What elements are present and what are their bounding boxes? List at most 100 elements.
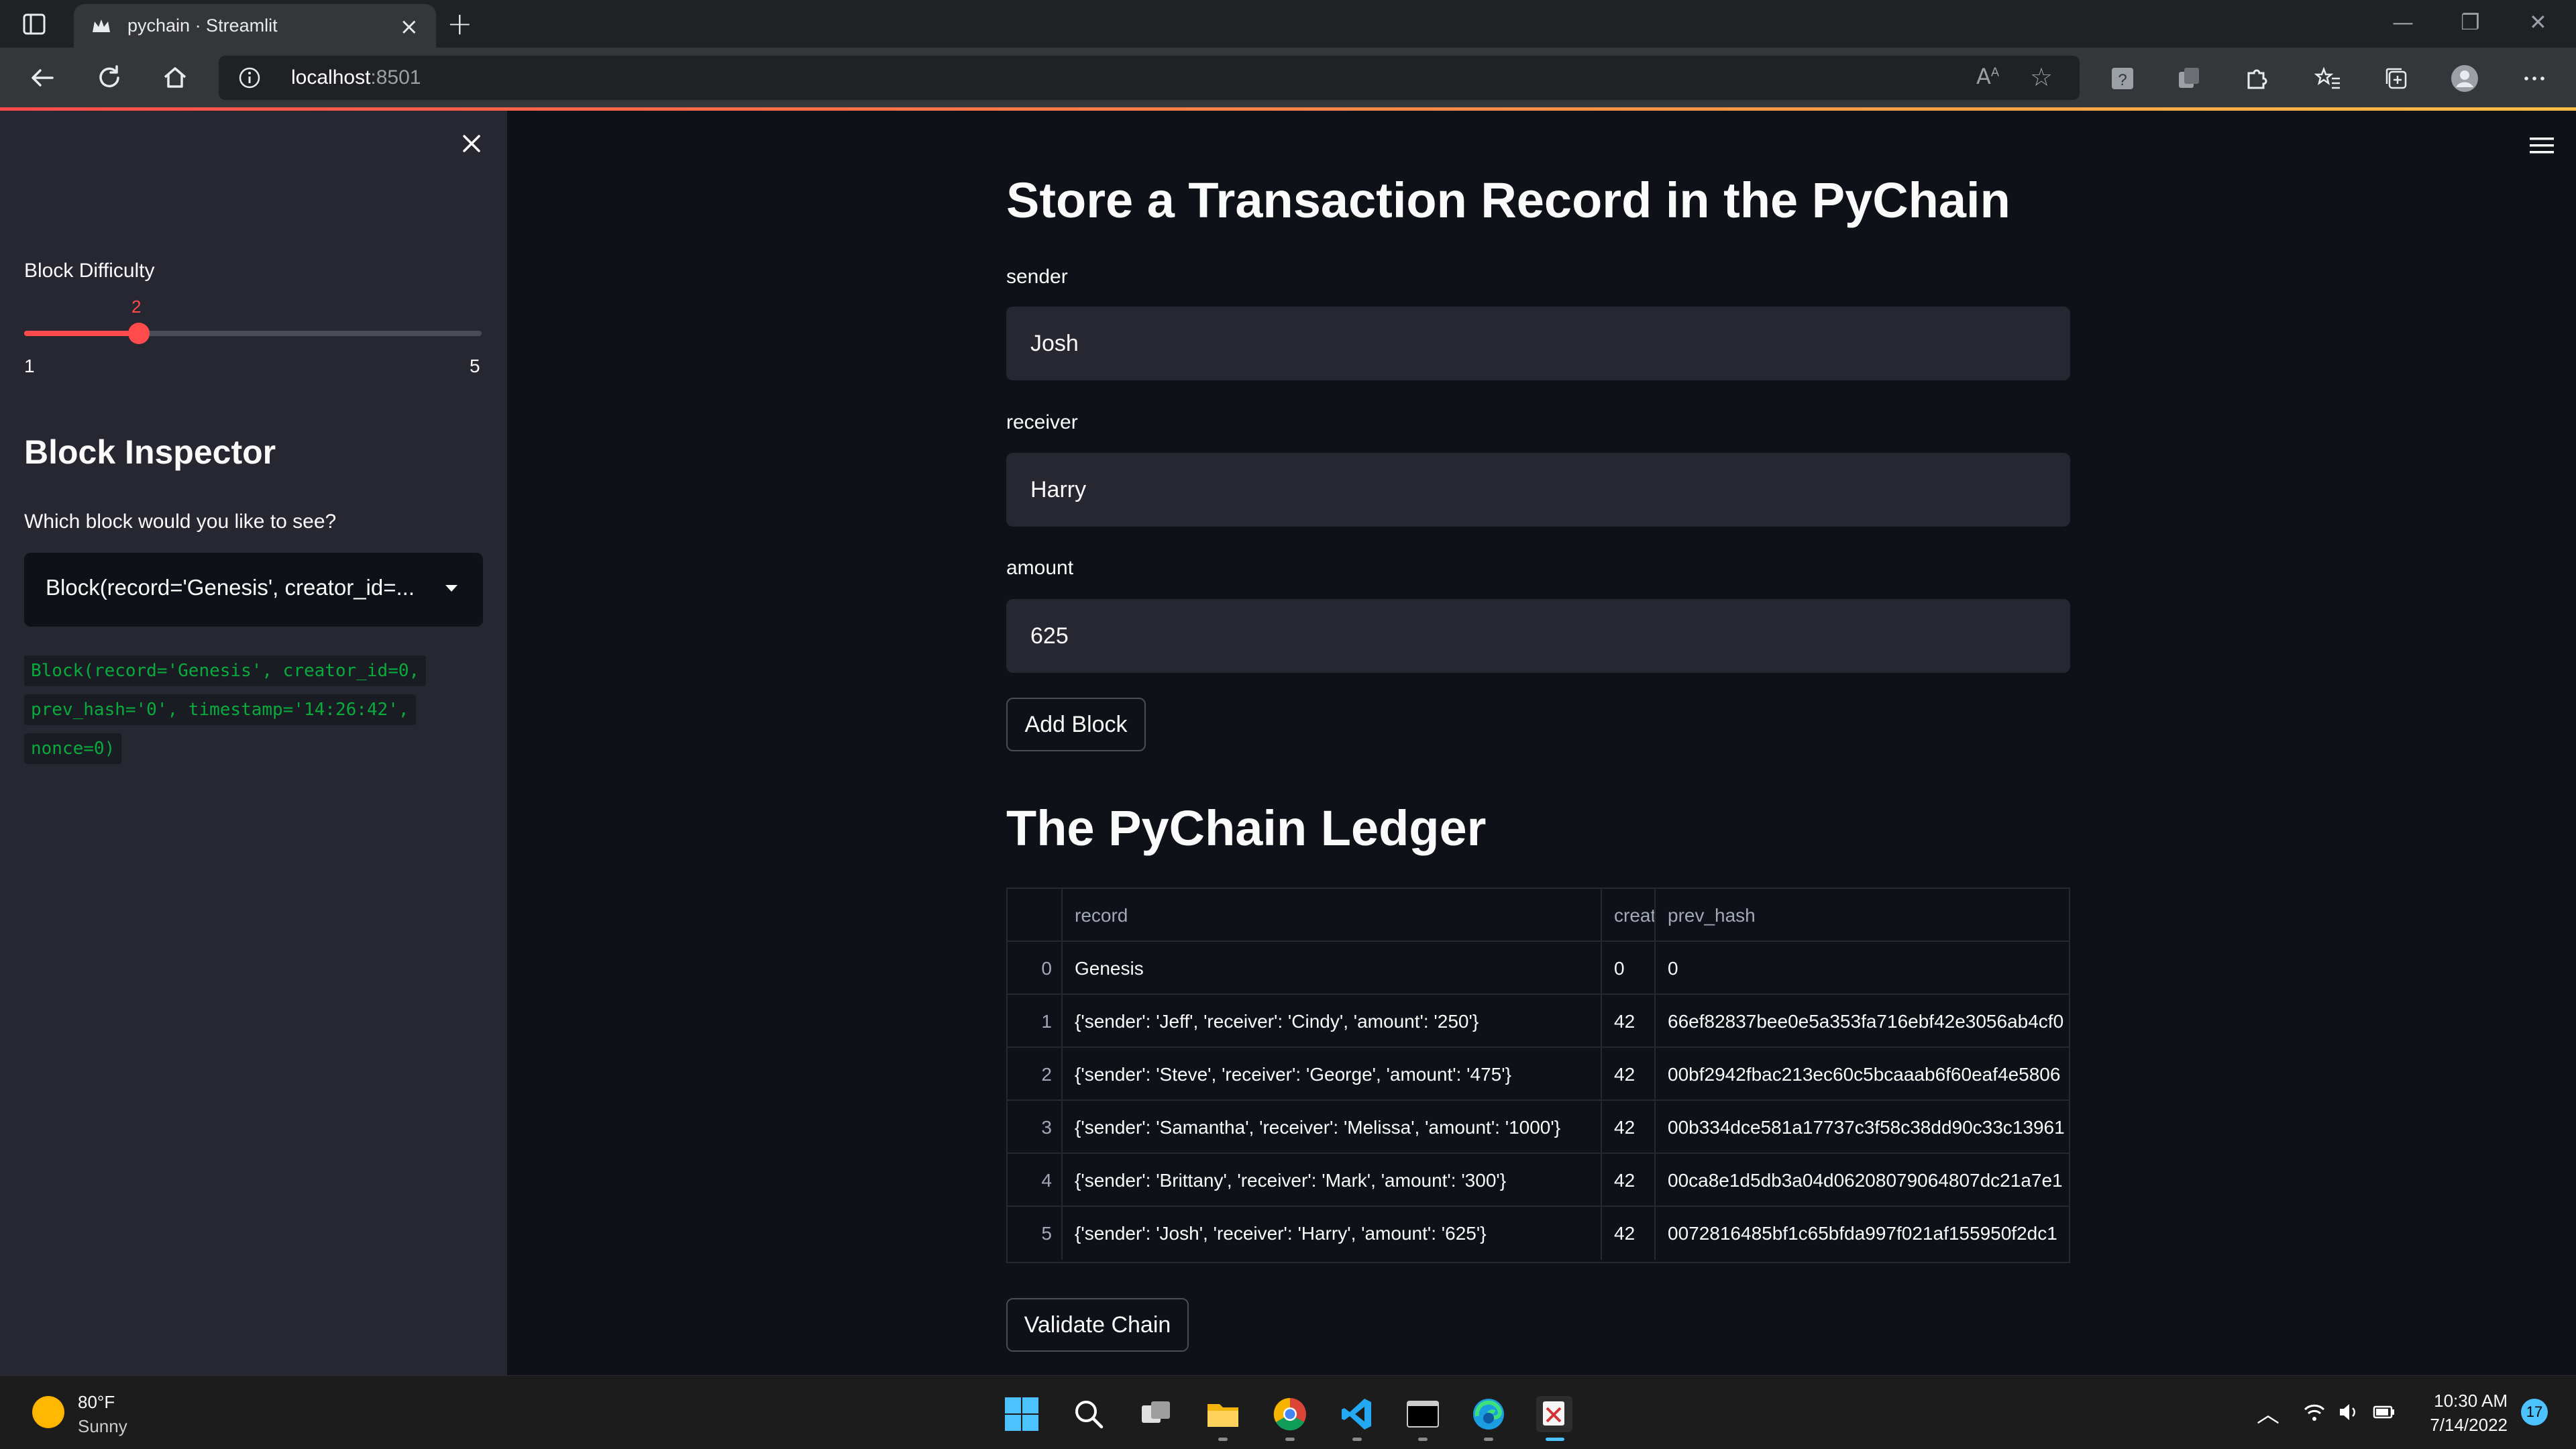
windows-start-icon[interactable] <box>1004 1396 1040 1432</box>
column-header[interactable]: prev_hash <box>1656 889 2069 942</box>
chrome-icon[interactable] <box>1272 1396 1308 1432</box>
block-select[interactable]: Block(record='Genesis', creator_id=... <box>24 553 483 627</box>
minimize-icon[interactable]: — <box>2392 9 2414 35</box>
battery-icon[interactable] <box>2372 1400 2396 1424</box>
prev-hash-cell: 0072816485bf1c65bfda997f021af155950f2dc1 <box>1668 1223 2057 1244</box>
taskbar: 80°F Sunny ︿ 10:30 AM 7/14/2022 17 <box>0 1375 2576 1449</box>
row-index: 5 <box>1008 1207 1063 1260</box>
active-indicator <box>1546 1438 1564 1441</box>
chevron-down-icon <box>445 585 458 592</box>
ledger-table[interactable]: record creat prev_hash 0 Genesis 0 0 1 {… <box>1006 888 2070 1263</box>
code-line: prev_hash='0', timestamp='14:26:42', <box>24 694 416 725</box>
creator-cell: 0 <box>1602 942 1656 995</box>
weather-sun-icon[interactable] <box>32 1396 64 1428</box>
creator-cell: 42 <box>1602 995 1656 1048</box>
sender-input[interactable]: Josh <box>1006 307 2070 380</box>
weather-temperature[interactable]: 80°F <box>78 1392 115 1413</box>
site-info-icon[interactable] <box>237 66 262 90</box>
receiver-label: receiver <box>1006 411 1078 433</box>
notification-badge[interactable]: 17 <box>2521 1399 2548 1426</box>
snipping-tool-icon[interactable] <box>1536 1396 1572 1432</box>
validate-chain-button[interactable]: Validate Chain <box>1006 1298 1189 1352</box>
tab-title: pychain · Streamlit <box>127 15 278 36</box>
prev-hash-cell: 00ca8e1d5db3a04d06208079064807dc21a7e1 <box>1668 1170 2063 1191</box>
block-code-output: Block(record='Genesis', creator_id=0, pr… <box>24 651 453 768</box>
weather-condition[interactable]: Sunny <box>78 1416 127 1437</box>
record-cell: {'sender': 'Steve', 'receiver': 'George'… <box>1063 1048 1602 1101</box>
wifi-icon[interactable] <box>2302 1400 2326 1424</box>
collections-extension-icon[interactable] <box>2174 64 2203 93</box>
collections-icon[interactable] <box>2381 64 2411 93</box>
more-menu-icon[interactable] <box>2520 64 2549 93</box>
url-port: :8501 <box>370 66 421 89</box>
profile-avatar-icon[interactable] <box>2450 64 2479 93</box>
difficulty-slider[interactable] <box>24 331 482 336</box>
running-indicator <box>1484 1438 1493 1441</box>
prev-hash-cell: 00b334dce581a17737c3f58c38dd90c33c13961 <box>1668 1117 2065 1138</box>
url-text: localhost:8501 <box>291 66 421 89</box>
column-header[interactable]: creat <box>1602 889 1656 942</box>
edge-icon[interactable] <box>1470 1396 1507 1432</box>
read-aloud-icon[interactable]: AA <box>1976 64 1999 89</box>
block-select-value: Block(record='Genesis', creator_id=... <box>46 575 415 600</box>
tab-close-icon[interactable]: × <box>400 13 419 40</box>
code-line: Block(record='Genesis', creator_id=0, <box>24 655 427 686</box>
amount-input[interactable]: 625 <box>1006 599 2070 673</box>
prev-hash-cell: 0 <box>1668 958 1678 979</box>
refresh-icon[interactable] <box>93 61 126 95</box>
table-row: 3 {'sender': 'Samantha', 'receiver': 'Me… <box>1008 1101 2069 1154</box>
difficulty-slider-label: Block Difficulty <box>24 260 155 282</box>
row-index: 2 <box>1008 1048 1063 1101</box>
browser-toolbar: localhost:8501 AA ☆ ? <box>0 48 2576 109</box>
search-icon[interactable] <box>1071 1396 1107 1432</box>
record-cell: {'sender': 'Samantha', 'receiver': 'Meli… <box>1063 1101 1602 1154</box>
record-cell: Genesis <box>1063 942 1602 995</box>
receiver-input[interactable]: Harry <box>1006 453 2070 527</box>
table-row: 4 {'sender': 'Brittany', 'receiver': 'Ma… <box>1008 1154 2069 1207</box>
row-index: 1 <box>1008 995 1063 1048</box>
favorite-star-icon[interactable]: ☆ <box>2030 62 2053 92</box>
close-window-icon[interactable]: ✕ <box>2529 9 2547 35</box>
sidebar: Block Difficulty 2 1 5 Block Inspector W… <box>0 111 507 1375</box>
extensions-puzzle-icon[interactable] <box>2242 64 2271 93</box>
file-explorer-icon[interactable] <box>1205 1396 1241 1432</box>
address-bar[interactable]: localhost:8501 AA ☆ <box>219 56 2080 100</box>
prev-hash-cell: 66ef82837bee0e5a353fa716ebf42e3056ab4cf0 <box>1668 1011 2064 1032</box>
row-index: 4 <box>1008 1154 1063 1207</box>
back-icon[interactable] <box>25 61 59 95</box>
column-header[interactable]: record <box>1063 889 1602 942</box>
store-transaction-heading: Store a Transaction Record in the PyChai… <box>1006 172 2010 228</box>
creator-cell: 42 <box>1602 1048 1656 1101</box>
ledger-heading: The PyChain Ledger <box>1006 800 1487 856</box>
add-block-button[interactable]: Add Block <box>1006 698 1146 751</box>
code-line: nonce=0) <box>24 733 122 764</box>
vscode-icon[interactable] <box>1339 1396 1375 1432</box>
favorites-icon[interactable] <box>2313 64 2343 93</box>
terminal-icon[interactable] <box>1405 1396 1441 1432</box>
block-select-label: Which block would you like to see? <box>24 511 337 533</box>
clock-date[interactable]: 7/14/2022 <box>2415 1415 2508 1436</box>
creator-cell: 42 <box>1602 1207 1656 1260</box>
record-cell: {'sender': 'Jeff', 'receiver': 'Cindy', … <box>1063 995 1602 1048</box>
table-row: 5 {'sender': 'Josh', 'receiver': 'Harry'… <box>1008 1207 2069 1260</box>
slider-thumb[interactable] <box>127 323 150 344</box>
row-index: 0 <box>1008 942 1063 995</box>
task-view-icon[interactable] <box>1138 1396 1174 1432</box>
help-extension-icon[interactable]: ? <box>2108 64 2137 93</box>
browser-tab[interactable]: pychain · Streamlit × <box>74 4 436 48</box>
sender-label: sender <box>1006 266 1068 288</box>
svg-text:?: ? <box>2118 71 2127 89</box>
running-indicator <box>1285 1438 1295 1441</box>
table-header: record creat prev_hash <box>1008 889 2069 942</box>
sidebar-close-icon[interactable] <box>460 132 483 155</box>
tab-actions-icon[interactable] <box>21 12 48 36</box>
running-indicator <box>1418 1438 1428 1441</box>
chevron-up-icon[interactable]: ︿ <box>2257 1396 2279 1429</box>
home-icon[interactable] <box>158 61 192 95</box>
main-menu-icon[interactable] <box>2530 136 2554 155</box>
volume-icon[interactable] <box>2337 1400 2361 1424</box>
new-tab-icon[interactable]: + <box>447 5 473 42</box>
restore-icon[interactable]: ❐ <box>2461 9 2480 35</box>
clock-time[interactable]: 10:30 AM <box>2427 1391 2508 1411</box>
amount-label: amount <box>1006 557 1074 579</box>
